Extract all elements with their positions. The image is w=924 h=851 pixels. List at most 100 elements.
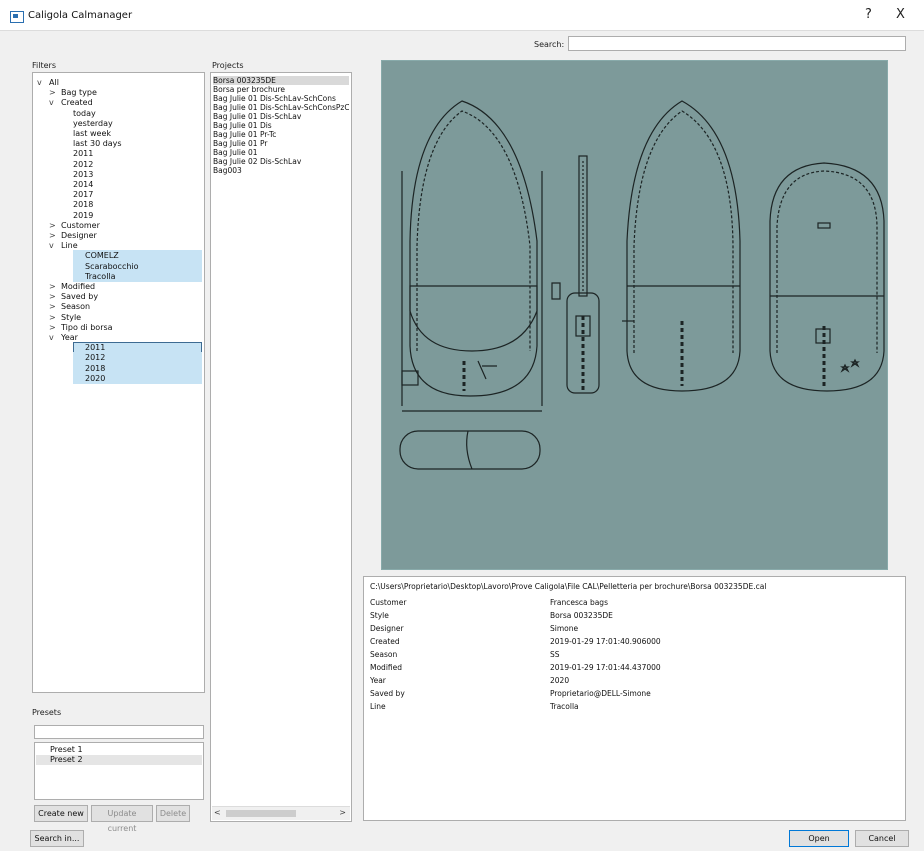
- property-row: Designer Simone: [370, 623, 899, 634]
- property-value: 2019-01-29 17:01:44.437000: [550, 663, 661, 672]
- filter-node-label: yesterday: [73, 118, 113, 128]
- projects-label: Projects: [212, 61, 244, 70]
- filter-node-label: 2019: [73, 210, 94, 220]
- search-in-button[interactable]: Search in...: [30, 830, 84, 847]
- property-row: Customer Francesca bags: [370, 597, 899, 608]
- filter-node-label: Tracolla: [85, 271, 116, 281]
- project-item[interactable]: Bag Julie 01 Dis: [213, 121, 349, 130]
- filter-node-label: Tipo di borsa: [61, 322, 113, 332]
- expand-chevron-icon[interactable]: v: [49, 97, 61, 108]
- filter-node-label: 2020: [85, 373, 106, 383]
- filter-node-label: 2012: [85, 353, 106, 363]
- expand-chevron-icon[interactable]: v: [37, 77, 49, 88]
- preset-name-input[interactable]: [34, 725, 204, 739]
- property-value: Simone: [550, 624, 579, 633]
- file-path: C:\Users\Proprietario\Desktop\Lavoro\Pro…: [370, 582, 767, 591]
- property-value: Borsa 003235DE: [550, 611, 613, 620]
- cancel-button[interactable]: Cancel: [855, 830, 909, 847]
- filter-node-label: Season: [61, 302, 91, 312]
- property-row: Season SS: [370, 649, 899, 660]
- filter-node-label: today: [73, 108, 96, 118]
- help-button[interactable]: ?: [865, 7, 872, 22]
- filter-node-label: Modified: [61, 282, 96, 291]
- property-key: Designer: [370, 624, 404, 633]
- update-preset-button[interactable]: Update current: [91, 805, 153, 833]
- property-key: Year: [370, 676, 386, 685]
- property-key: Line: [370, 702, 386, 711]
- project-item[interactable]: Bag Julie 01 Dis-SchLav-SchCons: [213, 94, 349, 103]
- project-item[interactable]: Bag Julie 01 Pr: [213, 139, 349, 148]
- filter-node-label: All: [49, 78, 59, 87]
- projects-list[interactable]: Borsa 003235DE Borsa per brochure Bag Juli…: [210, 72, 352, 822]
- search-label: Search:: [534, 40, 565, 49]
- bag-pattern-drawing: [399, 100, 885, 470]
- property-value: 2020: [550, 676, 570, 685]
- filters-label: Filters: [32, 61, 56, 70]
- filter-node-label: Saved by: [61, 292, 99, 302]
- create-preset-button[interactable]: Create new: [34, 805, 88, 822]
- filter-node-label: 2011: [85, 343, 106, 353]
- filter-node-label: Bag type: [61, 88, 97, 98]
- filter-node-label: last week: [73, 129, 111, 138]
- delete-preset-button[interactable]: Delete: [156, 805, 190, 822]
- scrollbar-thumb[interactable]: [226, 810, 296, 817]
- horizontal-scrollbar[interactable]: < >: [212, 806, 350, 820]
- presets-list[interactable]: Preset 1 Preset 2: [34, 742, 204, 800]
- project-item[interactable]: Bag Julie 02 Dis-SchLav: [213, 157, 349, 166]
- property-key: Customer: [370, 598, 407, 607]
- property-key: Saved by: [370, 689, 405, 698]
- project-item[interactable]: Borsa 003235DE: [213, 76, 349, 85]
- property-row: Style Borsa 003235DE: [370, 610, 899, 621]
- property-row: Year 2020: [370, 675, 899, 686]
- filter-node-label: Customer: [61, 220, 100, 230]
- filter-node-label: Scarabocchio: [85, 261, 139, 271]
- expand-chevron-icon[interactable]: v: [49, 332, 61, 343]
- close-button[interactable]: X: [896, 7, 905, 22]
- filter-node-label: 2018: [85, 363, 106, 373]
- property-key: Season: [370, 650, 398, 659]
- filter-node-label: 2012: [73, 159, 94, 169]
- filter-node-label: 2011: [73, 149, 94, 159]
- open-button[interactable]: Open: [789, 830, 849, 847]
- filter-node-label: 2017: [73, 190, 94, 200]
- property-key: Style: [370, 611, 389, 620]
- property-value: Francesca bags: [550, 598, 608, 607]
- preset-item[interactable]: Preset 2: [36, 755, 202, 765]
- property-key: Created: [370, 637, 400, 646]
- filter-node-label: 2018: [73, 200, 94, 210]
- pattern-preview: [381, 60, 888, 570]
- project-item[interactable]: Bag Julie 01 Dis-SchLav-SchConsPzC: [213, 103, 349, 112]
- property-row: Saved by Proprietario@DELL-Simone: [370, 688, 899, 699]
- filter-node-label: last 30 days: [73, 139, 122, 149]
- property-value: 2019-01-29 17:01:40.906000: [550, 637, 661, 646]
- filter-node-label: Year: [61, 333, 78, 342]
- project-item[interactable]: Bag Julie 01: [213, 148, 349, 157]
- property-key: Modified: [370, 663, 403, 672]
- project-item[interactable]: Bag003: [213, 166, 349, 175]
- window-title: Caligola Calmanager: [28, 10, 133, 21]
- filter-node-label: 2013: [73, 169, 94, 179]
- expand-chevron-icon[interactable]: v: [49, 240, 61, 251]
- filters-tree[interactable]: v All > Bag type v Created today yesterday last …: [32, 72, 205, 693]
- property-row: Created 2019-01-29 17:01:40.906000: [370, 636, 899, 647]
- project-item[interactable]: Borsa per brochure: [213, 85, 349, 94]
- filter-node-label: Line: [61, 241, 78, 251]
- project-item[interactable]: Bag Julie 01 Pr-Tc: [213, 130, 349, 139]
- scroll-right-icon[interactable]: >: [339, 808, 346, 817]
- property-value: Proprietario@DELL-Simone: [550, 689, 651, 698]
- property-row: Line Tracolla: [370, 701, 899, 712]
- project-item[interactable]: Bag Julie 01 Dis-SchLav: [213, 112, 349, 121]
- filter-node[interactable]: 2020: [73, 372, 202, 384]
- app-icon: [10, 11, 24, 23]
- preset-item[interactable]: Preset 1: [36, 745, 202, 755]
- filter-node-label: Style: [61, 312, 82, 322]
- scroll-left-icon[interactable]: <: [214, 808, 221, 817]
- filter-node-label: COMELZ: [85, 251, 119, 261]
- filter-node-label: Designer: [61, 231, 97, 240]
- filter-node-label: Created: [61, 98, 93, 108]
- search-input[interactable]: [568, 36, 906, 51]
- title-bar: [0, 0, 924, 31]
- project-details: C:\Users\Proprietario\Desktop\Lavoro\Pro…: [363, 576, 906, 821]
- property-row: Modified 2019-01-29 17:01:44.437000: [370, 662, 899, 673]
- property-value: Tracolla: [550, 702, 579, 711]
